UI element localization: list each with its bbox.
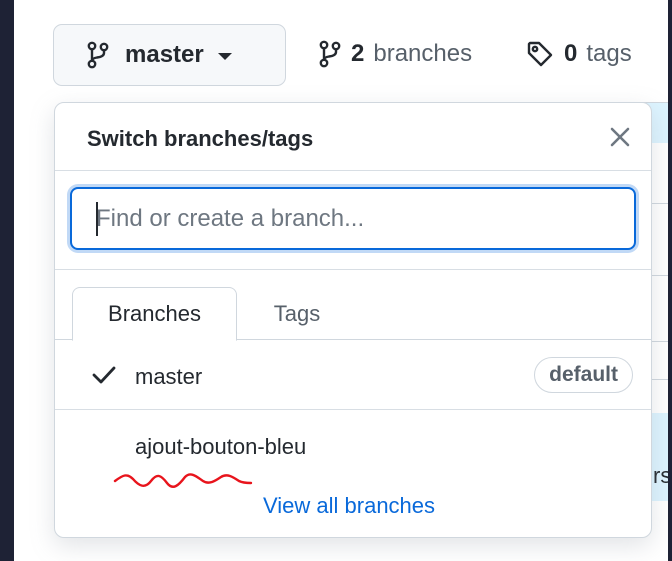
tab-tags-label: Tags xyxy=(273,301,321,326)
tag-icon xyxy=(527,41,553,67)
branches-link[interactable]: 2 branches xyxy=(319,34,472,74)
git-branch-icon xyxy=(87,41,109,69)
tab-branches[interactable]: Branches xyxy=(72,287,237,341)
branches-label: branches xyxy=(373,40,473,67)
window-edge xyxy=(668,0,672,561)
repository-page: master 2 branches 0 tags rs Switch branc… xyxy=(14,0,672,561)
popup-title: Switch branches/tags xyxy=(87,126,314,151)
caret-down-icon xyxy=(217,53,232,60)
popup-header: Switch branches/tags xyxy=(55,103,651,171)
tab-bar: Branches Tags xyxy=(55,270,651,341)
check-icon xyxy=(92,366,116,384)
branch-select-button[interactable]: master xyxy=(53,24,286,86)
branch-switch-popup: Switch branches/tags Branches Tags ma xyxy=(54,102,652,538)
tab-tags[interactable]: Tags xyxy=(237,287,357,341)
view-all-branches-link[interactable]: View all branches xyxy=(263,493,435,519)
tab-branches-label: Branches xyxy=(108,301,201,326)
tags-label: tags xyxy=(586,40,632,67)
branch-name: ajout-bouton-bleu xyxy=(135,434,307,459)
filter-zone xyxy=(55,171,651,270)
branch-filter-input[interactable] xyxy=(70,187,636,250)
tag-count: 0 xyxy=(564,40,578,67)
red-annotation-scribble xyxy=(113,473,253,488)
current-branch-label: master xyxy=(125,41,204,68)
branch-name: master xyxy=(135,364,203,389)
git-branch-icon xyxy=(319,40,341,68)
tags-link[interactable]: 0 tags xyxy=(526,34,632,74)
branch-item-master[interactable]: master default xyxy=(55,340,651,410)
default-badge: default xyxy=(534,357,633,393)
close-icon xyxy=(610,127,630,147)
close-button[interactable] xyxy=(605,122,635,152)
branch-count: 2 xyxy=(351,40,365,67)
text-cursor xyxy=(96,202,98,236)
